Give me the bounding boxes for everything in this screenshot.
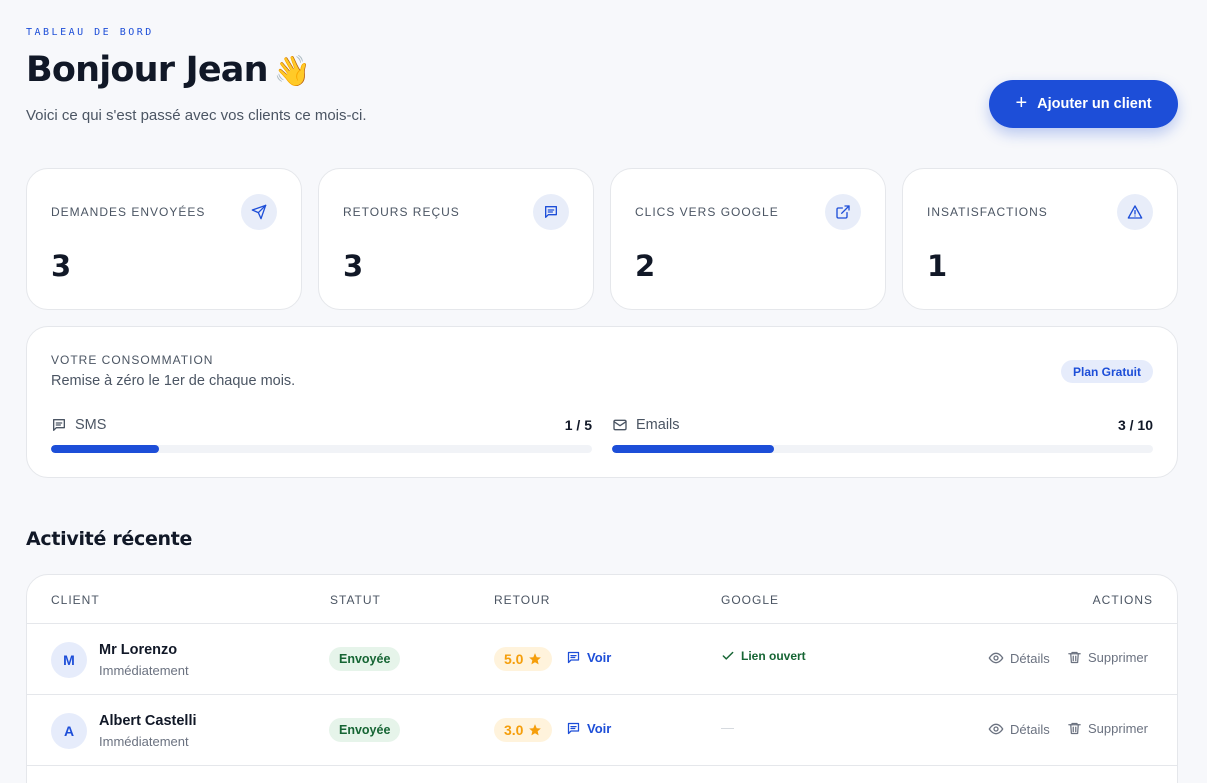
details-button[interactable]: Détails [988,650,1050,666]
google-status: Lien ouvert [721,649,806,663]
trash-icon [1068,722,1081,735]
usage-subtitle: Remise à zéro le 1er de chaque mois. [51,373,296,389]
sms-count: 1 / 5 [564,417,592,433]
avatar: M [51,642,87,678]
stat-card-google-clicks: Clics vers Google 2 [610,168,886,310]
client-time: Immédiatement [99,663,189,678]
message-icon [567,651,580,664]
table-row: A Albert Castelli Immédiatement Envoyée … [27,695,1177,766]
google-status-label: Lien ouvert [741,649,806,663]
details-label: Détails [1010,650,1050,666]
google-status-empty: — [721,720,734,735]
rating-badge: 5.0 [494,647,553,671]
stat-card-requests: Demandes envoyées 3 [26,168,302,310]
sms-progress-fill [51,445,160,453]
view-label: Voir [587,721,612,736]
stat-value: 1 [927,249,948,283]
delete-label: Supprimer [1088,650,1148,665]
message-icon [533,194,569,230]
page-subtitle: Voici ce qui s'est passé avec vos client… [26,107,367,124]
column-actions: ACTIONS [1092,593,1153,607]
details-label: Détails [1010,721,1050,737]
stat-value: 3 [343,249,364,283]
stat-label: Retours reçus [343,205,460,219]
sms-label: SMS [75,417,107,433]
email-progress-track [612,445,1153,453]
stat-label: Demandes envoyées [51,205,206,219]
rating-badge: 3.0 [494,718,553,742]
stat-card-dissatisfaction: Insatisfactions 1 [902,168,1178,310]
external-link-icon [825,194,861,230]
table-header: CLIENT STATUT RETOUR GOOGLE ACTIONS [27,575,1177,624]
table-row: M Mr Lorenzo Immédiatement Envoyée 5.0 V… [27,624,1177,695]
email-label: Emails [636,417,680,433]
avatar: A [51,713,87,749]
view-feedback-link[interactable]: Voir [566,650,611,665]
warning-icon [1117,194,1153,230]
stat-label: Clics vers Google [635,205,779,219]
rating-value: 5.0 [504,651,524,667]
message-icon [53,419,65,431]
client-time: Immédiatement [99,734,189,749]
add-client-button[interactable]: + Ajouter un client [989,80,1178,128]
column-client: CLIENT [51,593,100,607]
plan-badge: Plan Gratuit [1060,360,1153,383]
sms-meter: SMS 1 / 5 [51,415,592,453]
delete-label: Supprimer [1088,721,1148,736]
status-badge: Envoyée [329,718,401,742]
delete-button[interactable]: Supprimer [1067,650,1148,665]
column-feedback: RETOUR [494,593,551,607]
eye-icon [988,652,1004,664]
email-count: 3 / 10 [1117,417,1153,433]
stat-value: 2 [635,249,656,283]
delete-button[interactable]: Supprimer [1067,721,1148,736]
waving-hand-icon: 👋 [273,54,311,89]
plus-icon: + [1015,92,1028,114]
details-button[interactable]: Détails [988,721,1050,737]
stat-label: Insatisfactions [927,205,1048,219]
trash-icon [1068,651,1081,664]
page-eyebrow: TABLEAU DE BORD [26,27,154,38]
eye-icon [988,723,1004,735]
sms-progress-track [51,445,592,453]
email-progress-fill [612,445,775,453]
column-google: GOOGLE [721,593,780,607]
client-name: Mr Lorenzo [99,642,178,658]
send-icon [241,194,277,230]
recent-activity-title: Activité récente [26,528,193,550]
column-status: STATUT [330,593,381,607]
client-name: Albert Castelli [99,713,197,729]
activity-table: CLIENT STATUT RETOUR GOOGLE ACTIONS M Mr… [26,574,1178,783]
message-icon [567,722,580,735]
stat-value: 3 [51,249,72,283]
view-label: Voir [587,650,612,665]
view-feedback-link[interactable]: Voir [566,721,611,736]
star-icon [529,653,542,665]
add-client-label: Ajouter un client [1037,96,1152,112]
page-title-text: Bonjour Jean [26,50,269,90]
stat-card-feedback: Retours reçus 3 [318,168,594,310]
check-icon [722,651,734,660]
page-title: Bonjour Jean 👋 [26,50,311,90]
rating-value: 3.0 [504,722,524,738]
usage-card: VOTRE CONSOMMATION Remise à zéro le 1er … [26,326,1178,478]
usage-title: VOTRE CONSOMMATION [51,353,214,367]
email-meter: Emails 3 / 10 [612,415,1153,453]
status-badge: Envoyée [329,647,401,671]
star-icon [529,724,542,736]
mail-icon [613,419,627,431]
